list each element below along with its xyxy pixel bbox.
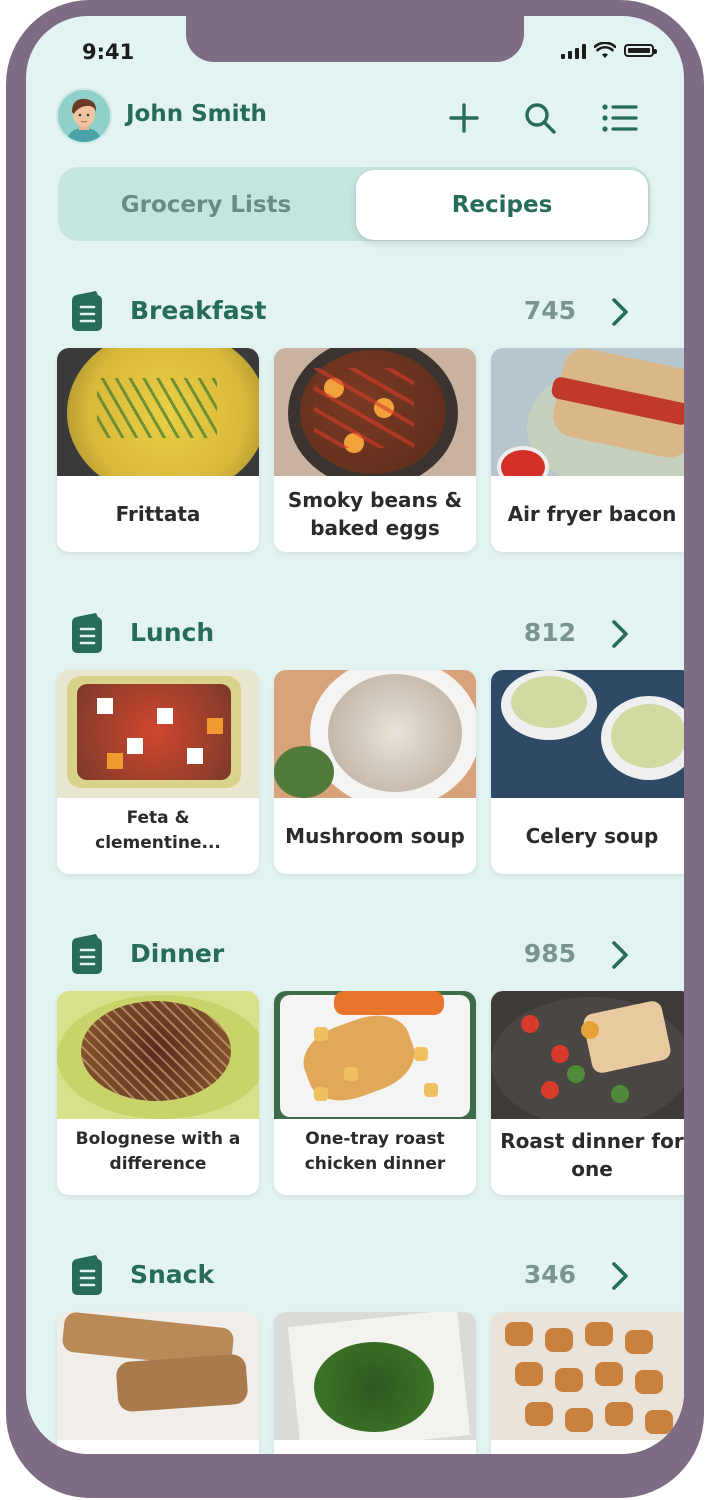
recipe-name: Celery soup: [525, 824, 659, 848]
recipe-book-icon: [72, 291, 102, 331]
user-avatar-icon[interactable]: [56, 88, 112, 144]
section-header[interactable]: Lunch 812: [26, 606, 684, 662]
wifi-icon: [594, 42, 616, 58]
chevron-right-icon[interactable]: [608, 296, 632, 328]
section-count: 346: [523, 1260, 576, 1289]
section-dinner: Dinner 985 Bolognese with a difference O…: [26, 927, 684, 1227]
tab-switcher: Grocery Lists Recipes: [58, 167, 650, 241]
status-time: 9:41: [82, 40, 135, 64]
recipe-name: Air fryer bacon: [507, 502, 677, 526]
section-breakfast: Breakfast 745 Frittata Smoky beans & bak…: [26, 284, 684, 584]
section-header[interactable]: Dinner 985: [26, 927, 684, 983]
section-title: Snack: [130, 1260, 215, 1289]
section-title: Breakfast: [130, 296, 267, 325]
recipe-name: [274, 1440, 476, 1454]
recipe-image: [274, 1312, 476, 1440]
recipe-image: [57, 991, 259, 1119]
section-title: Dinner: [130, 939, 225, 968]
recipe-card[interactable]: Roast dinner for one: [491, 991, 684, 1195]
signal-icon: [561, 43, 586, 59]
recipe-name: One-tray roast chicken dinner: [304, 1129, 446, 1174]
recipe-image: [491, 991, 684, 1119]
battery-icon: [624, 44, 657, 57]
section-header[interactable]: Breakfast 745: [26, 284, 684, 340]
section-header[interactable]: Snack 346: [26, 1248, 684, 1304]
recipe-card[interactable]: One-tray roast chicken dinner: [274, 991, 476, 1195]
user-name[interactable]: John Smith: [126, 101, 267, 127]
recipe-card[interactable]: Celery soup: [491, 670, 684, 874]
recipe-name: [57, 1440, 259, 1454]
recipe-image: [274, 991, 476, 1119]
notch: [186, 16, 524, 62]
recipe-name: Feta & clementine...: [95, 808, 221, 853]
recipe-book-icon: [72, 934, 102, 974]
recipe-image: [57, 670, 259, 798]
recipe-image: [57, 1312, 259, 1440]
recipe-image: [491, 670, 684, 798]
recipe-image: [491, 1312, 684, 1440]
section-count: 745: [523, 296, 576, 325]
recipe-name: Smoky beans & baked eggs: [287, 488, 463, 540]
recipe-name: [491, 1440, 684, 1454]
recipe-card[interactable]: [274, 1312, 476, 1454]
section-count: 985: [523, 939, 576, 968]
recipe-card[interactable]: Mushroom soup: [274, 670, 476, 874]
search-icon[interactable]: [520, 98, 560, 138]
section-snack: Snack 346: [26, 1248, 684, 1454]
recipe-name: Mushroom soup: [285, 824, 465, 848]
section-count: 812: [523, 618, 576, 647]
recipe-card[interactable]: Air fryer bacon: [491, 348, 684, 552]
recipe-card[interactable]: Feta & clementine...: [57, 670, 259, 874]
recipe-image: [491, 348, 684, 476]
recipe-book-icon: [72, 1255, 102, 1295]
section-title: Lunch: [130, 618, 215, 647]
chevron-right-icon[interactable]: [608, 618, 632, 650]
chevron-right-icon[interactable]: [608, 1260, 632, 1292]
plus-icon[interactable]: [444, 98, 484, 138]
recipe-card[interactable]: [57, 1312, 259, 1454]
tab-grocery-lists[interactable]: Grocery Lists: [60, 170, 352, 240]
recipe-image: [57, 348, 259, 476]
recipe-name: Roast dinner for one: [500, 1129, 684, 1181]
recipe-name: Frittata: [115, 502, 201, 526]
status-icons: [561, 42, 657, 59]
tab-recipes[interactable]: Recipes: [356, 170, 648, 240]
recipe-card[interactable]: Smoky beans & baked eggs: [274, 348, 476, 552]
phone-screen: 9:41 John Smith Grocery Lists Recipes Br…: [26, 16, 684, 1454]
recipe-card[interactable]: [491, 1312, 684, 1454]
chevron-right-icon[interactable]: [608, 939, 632, 971]
recipe-image: [274, 348, 476, 476]
recipe-name: Bolognese with a difference: [75, 1129, 241, 1174]
recipe-card[interactable]: Bolognese with a difference: [57, 991, 259, 1195]
section-lunch: Lunch 812 Feta & clementine... Mushroom …: [26, 606, 684, 906]
recipe-image: [274, 670, 476, 798]
list-icon[interactable]: [600, 98, 640, 138]
recipe-book-icon: [72, 613, 102, 653]
recipe-card[interactable]: Frittata: [57, 348, 259, 552]
